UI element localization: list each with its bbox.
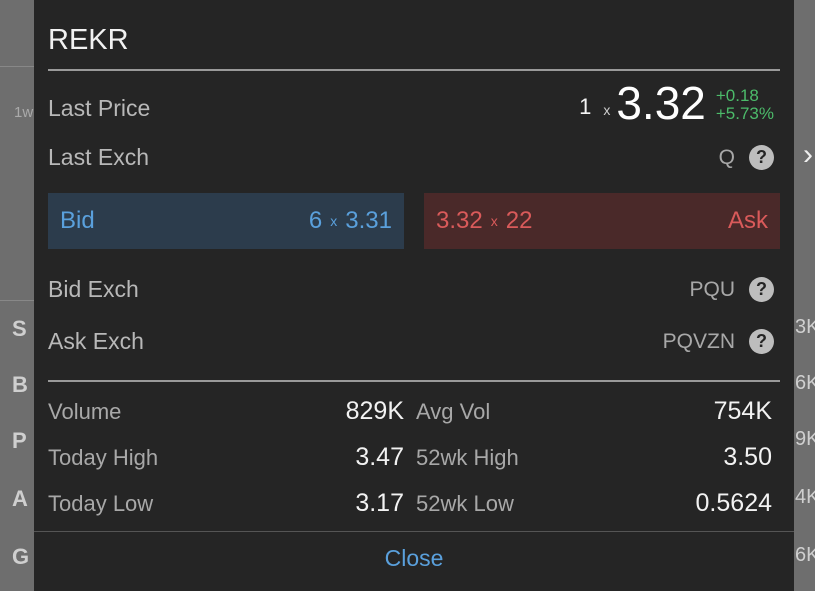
avg-vol-value: 754K [713, 397, 772, 425]
wk52-low-label: 52wk Low [416, 491, 514, 516]
price-change: +0.18 +5.73% [715, 85, 774, 124]
bg-row-letter: G [12, 544, 30, 569]
last-exch-label: Last Exch [48, 144, 149, 170]
ask-box[interactable]: 3.32 x 22 Ask [424, 193, 780, 249]
bid-x: x [330, 213, 338, 229]
bg-divider [0, 300, 34, 301]
help-icon[interactable]: ? [749, 277, 774, 302]
today-low-label: Today Low [48, 491, 154, 516]
bg-timeframe: 1w [14, 104, 34, 121]
volume-label: Volume [48, 399, 122, 424]
symbol-title: REKR [48, 24, 129, 56]
ask-exch-label: Ask Exch [48, 328, 144, 354]
bid-box[interactable]: Bid 6 x 3.31 [48, 193, 404, 249]
ask-x: x [490, 213, 498, 229]
change-value: +0.18 [715, 85, 759, 105]
ask-label: Ask [727, 207, 768, 234]
bg-row-letter: B [12, 372, 28, 397]
bg-row-letter: P [12, 428, 27, 453]
last-x: x [603, 102, 611, 118]
bid-exch-value-group: PQU ? [689, 277, 774, 302]
bg-row-value: 6K [795, 544, 815, 566]
ask-exch-value-group: PQVZN ? [663, 329, 774, 354]
bg-row-letter: S [12, 316, 27, 341]
last-price-label: Last Price [48, 95, 151, 121]
header-divider [48, 69, 780, 71]
chevron-right-icon[interactable]: › [803, 138, 813, 172]
last-size: 1 [579, 94, 592, 119]
today-high-label: Today High [48, 445, 159, 470]
last-exch-value-group: Q ? [719, 145, 774, 170]
bg-row-value: 3K [795, 316, 815, 338]
bg-row-value: 6K [795, 372, 815, 394]
avg-vol-label: Avg Vol [416, 399, 491, 424]
bid-size: 6 [308, 207, 323, 234]
ask-exch-value: PQVZN [662, 329, 735, 353]
bg-row-letter: A [12, 486, 28, 511]
bid-exch-label: Bid Exch [48, 276, 139, 302]
bid-label: Bid [60, 207, 95, 234]
bid-price: 3.31 [345, 207, 392, 234]
change-percent: +5.73% [715, 104, 774, 124]
last-price-value: 3.32 [616, 77, 706, 129]
bg-row-value: 9K [795, 428, 815, 450]
quote-modal: REKR Last Price 1 x 3.32 +0.18 +5.73% La… [34, 0, 794, 591]
volume-value: 829K [345, 397, 404, 425]
footer-divider [34, 531, 794, 532]
bg-divider [0, 66, 34, 67]
close-button[interactable]: Close [34, 545, 794, 572]
today-low-value: 3.17 [355, 489, 404, 517]
ask-size: 22 [505, 207, 533, 234]
wk52-high-value: 3.50 [723, 443, 772, 471]
help-icon[interactable]: ? [749, 329, 774, 354]
wk52-low-value: 0.5624 [695, 489, 772, 517]
stats-divider [48, 380, 780, 382]
bid-exch-value: PQU [689, 277, 735, 301]
last-price-group: 1 x 3.32 +0.18 +5.73% [579, 80, 774, 126]
help-icon[interactable]: ? [749, 145, 774, 170]
today-high-value: 3.47 [355, 443, 404, 471]
wk52-high-label: 52wk High [416, 445, 519, 470]
last-exch-value: Q [718, 145, 735, 169]
ask-price: 3.32 [436, 207, 483, 234]
bg-row-value: 4K [795, 486, 815, 508]
